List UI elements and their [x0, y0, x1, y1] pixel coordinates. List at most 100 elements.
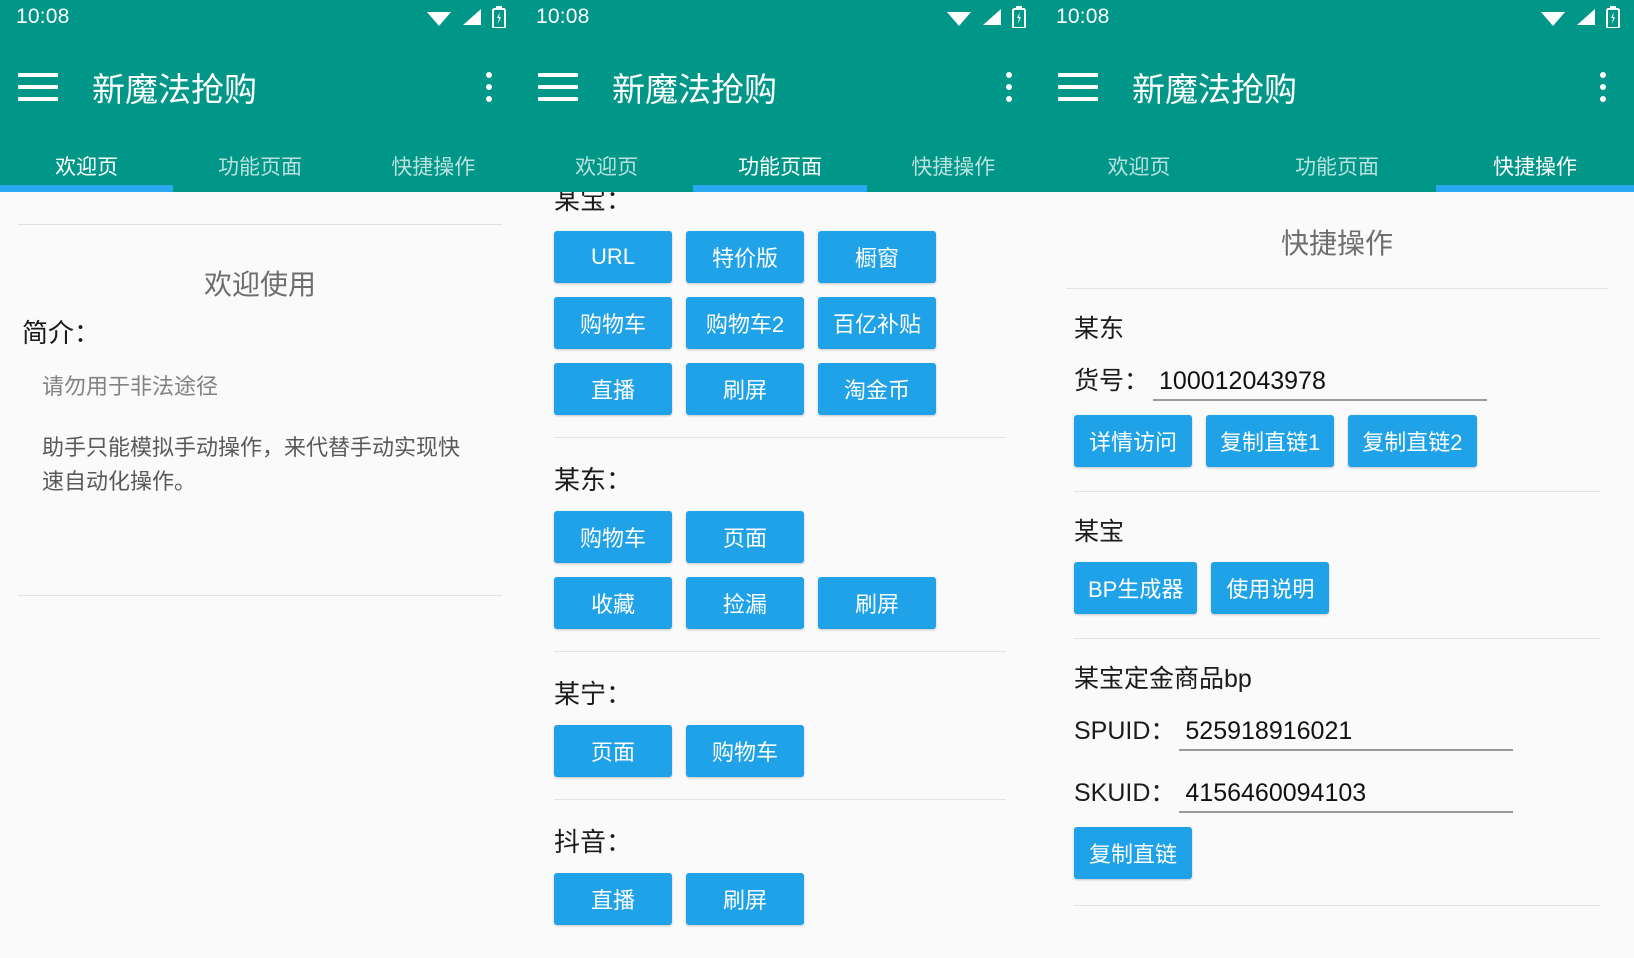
function-button[interactable]: 页面: [554, 725, 672, 777]
button-row: 购物车 页面: [540, 511, 1020, 563]
section-name: 某宝: [1074, 512, 1614, 548]
function-button[interactable]: 购物车: [554, 297, 672, 349]
tab-functions[interactable]: 功能页面: [1238, 140, 1436, 192]
skuid-input[interactable]: [1179, 779, 1513, 813]
shortcut-button[interactable]: BP生成器: [1074, 562, 1197, 614]
status-bar: 10:08: [520, 0, 1040, 34]
shortcut-button[interactable]: 复制直链2: [1348, 415, 1476, 467]
section-divider: [1074, 491, 1600, 492]
app-title: 新魔法抢购: [92, 63, 257, 111]
group-divider: [554, 437, 1006, 438]
app-bar: 新魔法抢购: [0, 34, 520, 140]
function-button[interactable]: 淘金币: [818, 363, 936, 415]
function-button[interactable]: 刷屏: [686, 873, 804, 925]
function-button[interactable]: 购物车: [554, 511, 672, 563]
shortcut-button[interactable]: 复制直链: [1074, 827, 1192, 879]
battery-icon: [1606, 6, 1620, 28]
function-button[interactable]: 刷屏: [818, 577, 936, 629]
function-button[interactable]: 橱窗: [818, 231, 936, 283]
three-panel-screenshot-strip: 10:08 新魔法抢购 欢迎页 功能页面 快捷操作 欢迎使用 简介： 请勿用于非…: [0, 0, 1634, 958]
function-button[interactable]: 刷屏: [686, 363, 804, 415]
tab-welcome[interactable]: 欢迎页: [520, 140, 693, 192]
button-row: BP生成器 使用说明: [1060, 562, 1614, 614]
app-title: 新魔法抢购: [1132, 63, 1297, 111]
tab-indicator: [693, 185, 867, 192]
status-bar-clock: 10:08: [536, 5, 590, 29]
phone-screen-welcome: 10:08 新魔法抢购 欢迎页 功能页面 快捷操作 欢迎使用 简介： 请勿用于非…: [0, 0, 520, 958]
section-name: 某宝定金商品bp: [1074, 659, 1614, 695]
tab-functions[interactable]: 功能页面: [173, 140, 346, 192]
intro-description-text: 助手只能模拟手动操作，来代替手动实现快速自动化操作。: [42, 431, 502, 499]
shortcut-section-taobao: 某宝 BP生成器 使用说明: [1040, 512, 1634, 639]
tab-shortcuts[interactable]: 快捷操作: [347, 140, 520, 192]
overflow-menu-icon[interactable]: [476, 70, 502, 104]
field-row: SKUID：: [1074, 773, 1614, 813]
wifi-icon: [1540, 7, 1566, 27]
shortcut-button[interactable]: 使用说明: [1211, 562, 1329, 614]
shortcut-button[interactable]: 复制直链1: [1206, 415, 1334, 467]
panel-content-functions: 某宝： URL 特价版 橱窗 购物车 购物车2 百亿补贴 直播 刷屏 淘金币: [520, 192, 1040, 958]
overflow-menu-icon[interactable]: [996, 70, 1022, 104]
shortcut-section-jd: 某东 货号： 详情访问 复制直链1 复制直链2: [1040, 309, 1634, 492]
wifi-icon: [426, 7, 452, 27]
product-code-input[interactable]: [1153, 367, 1487, 401]
signal-icon: [981, 7, 1003, 27]
button-row: 复制直链: [1060, 827, 1614, 879]
function-button[interactable]: 购物车: [686, 725, 804, 777]
app-title: 新魔法抢购: [612, 63, 777, 111]
function-button[interactable]: 收藏: [554, 577, 672, 629]
overflow-menu-icon[interactable]: [1590, 70, 1616, 104]
battery-icon: [492, 6, 506, 28]
function-button[interactable]: 直播: [554, 363, 672, 415]
status-bar: 10:08: [0, 0, 520, 34]
wifi-icon: [946, 7, 972, 27]
group-label: 抖音：: [554, 822, 1020, 859]
intro-label: 简介：: [22, 313, 502, 350]
button-row: 直播 刷屏: [540, 873, 1020, 925]
page-title: 快捷操作: [1040, 222, 1634, 262]
shortcut-button[interactable]: 详情访问: [1074, 415, 1192, 467]
function-button[interactable]: 特价版: [686, 231, 804, 283]
tab-welcome[interactable]: 欢迎页: [1040, 140, 1238, 192]
button-row: 直播 刷屏 淘金币: [540, 363, 1020, 415]
function-button[interactable]: 购物车2: [686, 297, 804, 349]
button-row: 详情访问 复制直链1 复制直链2: [1060, 415, 1614, 467]
welcome-card: 欢迎使用 简介： 请勿用于非法途径 助手只能模拟手动操作，来代替手动实现快速自动…: [0, 263, 520, 499]
hamburger-menu-icon[interactable]: [538, 73, 578, 101]
group-divider: [554, 651, 1006, 652]
tab-bar: 欢迎页 功能页面 快捷操作: [0, 140, 520, 192]
spuid-input[interactable]: [1179, 717, 1513, 751]
field-label: SPUID：: [1074, 711, 1175, 747]
tab-shortcuts[interactable]: 快捷操作: [867, 140, 1040, 192]
button-row: 购物车 购物车2 百亿补贴: [540, 297, 1020, 349]
function-group-suning: 某宁： 页面 购物车: [520, 674, 1040, 800]
tab-bar: 欢迎页 功能页面 快捷操作: [1040, 140, 1634, 192]
hamburger-menu-icon[interactable]: [1058, 73, 1098, 101]
hamburger-menu-icon[interactable]: [18, 73, 58, 101]
field-label: 货号：: [1074, 361, 1149, 397]
battery-icon: [1012, 6, 1026, 28]
status-bar: 10:08: [1040, 0, 1634, 34]
signal-icon: [1575, 7, 1597, 27]
function-group-taobao: 某宝： URL 特价版 橱窗 购物车 购物车2 百亿补贴 直播 刷屏 淘金币: [520, 192, 1040, 438]
status-bar-clock: 10:08: [16, 5, 70, 29]
divider-top: [18, 224, 502, 225]
status-bar-icons: [946, 6, 1026, 28]
group-label: 某宁：: [554, 674, 1020, 711]
tab-indicator: [0, 185, 173, 192]
section-name: 某东: [1074, 309, 1614, 345]
function-group-douyin: 抖音： 直播 刷屏: [520, 822, 1040, 925]
panel-content-welcome: 欢迎使用 简介： 请勿用于非法途径 助手只能模拟手动操作，来代替手动实现快速自动…: [0, 192, 520, 958]
function-button[interactable]: URL: [554, 231, 672, 283]
function-group-jd: 某东： 购物车 页面 收藏 捡漏 刷屏: [520, 460, 1040, 652]
field-row: 货号：: [1074, 361, 1614, 401]
function-button[interactable]: 直播: [554, 873, 672, 925]
function-button[interactable]: 百亿补贴: [818, 297, 936, 349]
status-bar-clock: 10:08: [1056, 5, 1110, 29]
signal-icon: [461, 7, 483, 27]
section-divider: [1074, 905, 1600, 906]
section-divider: [1074, 638, 1600, 639]
shortcut-section-taobao-deposit: 某宝定金商品bp SPUID： SKUID： 复制直链: [1040, 659, 1634, 906]
function-button[interactable]: 捡漏: [686, 577, 804, 629]
function-button[interactable]: 页面: [686, 511, 804, 563]
